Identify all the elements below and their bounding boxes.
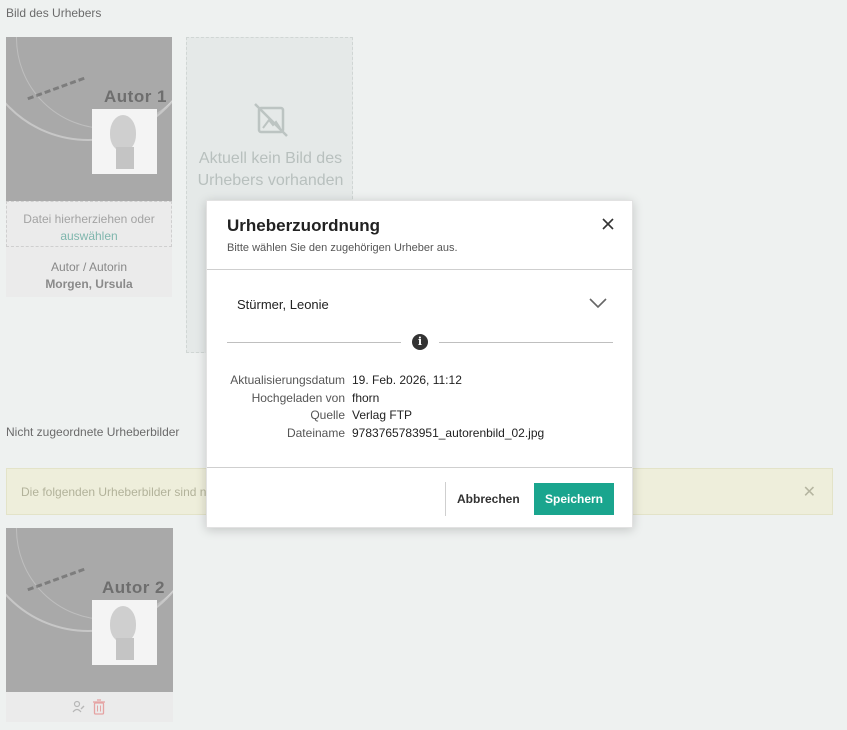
info-icon: i — [412, 334, 428, 350]
divider-right — [439, 342, 613, 343]
author-select-value: Stürmer, Leonie — [237, 297, 329, 312]
divider — [207, 467, 632, 468]
author-meta: Autor / Autorin Morgen, Ursula — [6, 259, 172, 293]
save-button[interactable]: Speichern — [534, 483, 614, 515]
author-name: Morgen, Ursula — [45, 277, 133, 291]
meta-key: Dateiname — [286, 425, 345, 440]
author-image-2[interactable]: Autor 2 — [6, 528, 173, 692]
file-metadata: Aktualisierungsdatum 19. Feb. 2026, 11:1… — [227, 372, 544, 442]
meta-key: Quelle — [310, 408, 345, 422]
unassigned-card: Autor 2 — [6, 528, 173, 722]
drop-zone-text: Datei hierherziehen oder — [23, 212, 155, 226]
meta-row-filename: Dateiname 9783765783951_autorenbild_02.j… — [227, 425, 544, 443]
select-file-link[interactable]: auswählen — [7, 228, 171, 245]
no-image-icon — [254, 103, 288, 137]
author-image-label: Autor 1 — [104, 87, 167, 106]
bust-photo — [92, 109, 157, 174]
author-image-label: Autor 2 — [102, 578, 165, 597]
chevron-down-icon — [589, 298, 607, 309]
meta-row-uploaded-by: Hochgeladen von fhorn — [227, 390, 544, 408]
close-icon[interactable] — [600, 216, 616, 232]
author-assignment-dialog: Urheberzuordnung Bitte wählen Sie den zu… — [206, 200, 633, 528]
meta-row-updated: Aktualisierungsdatum 19. Feb. 2026, 11:1… — [227, 372, 544, 390]
close-icon[interactable]: ✕ — [803, 482, 816, 502]
meta-key: Aktualisierungsdatum — [230, 373, 345, 387]
meta-value: 9783765783951_autorenbild_02.jpg — [352, 425, 545, 440]
card-actions — [6, 692, 173, 722]
author-image-1[interactable]: Autor 1 — [6, 37, 172, 201]
button-separator — [445, 482, 446, 516]
divider-left — [227, 342, 401, 343]
cancel-button[interactable]: Abbrechen — [451, 483, 523, 515]
assign-user-icon[interactable] — [72, 700, 86, 714]
meta-row-source: Quelle Verlag FTP — [227, 407, 544, 425]
bust-photo — [92, 600, 157, 665]
meta-value: 19. Feb. 2026, 11:12 — [352, 373, 462, 387]
author-role: Autor / Autorin — [50, 260, 128, 274]
divider — [207, 269, 632, 270]
meta-key: Hochgeladen von — [251, 390, 345, 405]
meta-value: Verlag FTP — [352, 408, 413, 422]
meta-value: fhorn — [352, 390, 380, 405]
dialog-title: Urheberzuordnung — [227, 216, 380, 235]
dialog-subtitle: Bitte wählen Sie den zugehörigen Urheber… — [227, 242, 458, 254]
file-drop-zone[interactable]: Datei hierherziehen oder auswählen — [6, 201, 172, 247]
section-title-author-image: Bild des Urhebers — [6, 6, 102, 20]
warning-text: Die folgenden Urheberbilder sind nc — [21, 485, 213, 499]
author-select[interactable]: Stürmer, Leonie — [237, 297, 607, 319]
trash-icon[interactable] — [92, 699, 106, 715]
empty-image-text: Aktuell kein Bild des Urhebers vorhanden — [197, 150, 344, 189]
author-card-1: Autor 1 Datei hierherziehen oder auswähl… — [6, 37, 172, 297]
section-title-unassigned: Nicht zugeordnete Urheberbilder — [6, 425, 180, 439]
